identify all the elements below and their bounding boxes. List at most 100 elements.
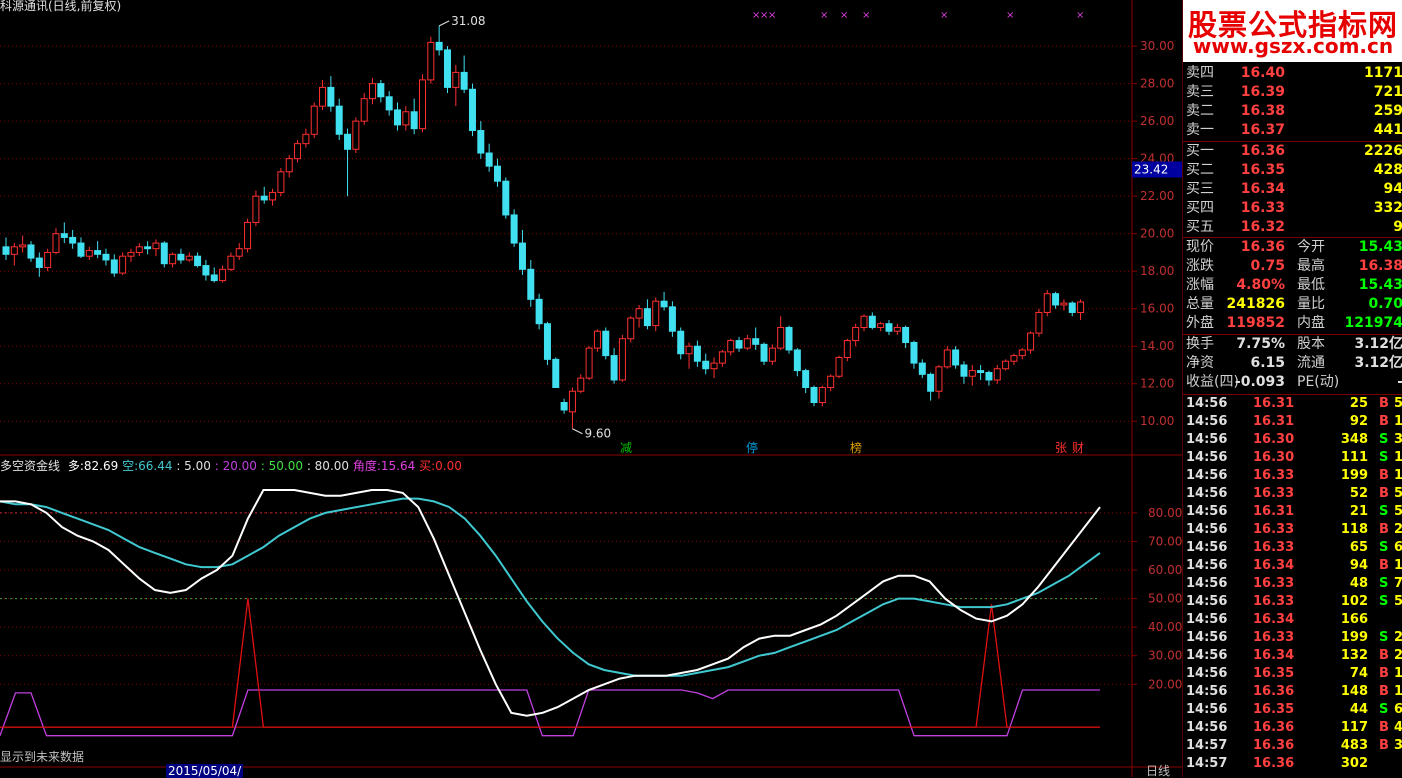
tick-row: 14:56 16.33 102 S 5 [1183,593,1402,611]
tick-row: 14:56 16.36 148 B 16 [1183,683,1402,701]
candle-body [194,255,202,267]
stat-value-2: 15.43 [1358,239,1402,255]
tick-count: 4 [1394,720,1402,735]
ask-volume: 1171 [1364,65,1402,81]
candle-body [902,326,910,343]
angle-label: 角度: [352,459,381,473]
const-80: : 80.00 [306,459,350,473]
candle-body [702,360,710,370]
stat-row: 总量 241826 量比 0.70 [1183,295,1402,314]
high-pointer [438,20,450,27]
stat-value-2: 15.43 [1358,277,1402,293]
candle-body [643,308,651,327]
price-tick-label: 22.00 [1140,189,1174,203]
stat2-label-2: 流通 [1297,355,1325,371]
tick-count: 21 [1394,630,1402,645]
candle-body [385,96,393,111]
tick-volume: 44 [1349,702,1368,717]
kline-chart[interactable]: 30.0028.0026.0024.0022.0020.0018.0016.00… [0,0,1182,777]
candle-body [94,250,102,255]
price-tick-label: 18.00 [1140,264,1174,278]
low-price-label: 9.60 [584,427,611,441]
tick-volume: 48 [1349,576,1368,591]
tick-row: 14:56 16.33 52 B 5 [1183,485,1402,503]
candle-body [710,362,718,370]
kong-label: 空: [122,459,139,473]
candle-body [468,88,476,132]
bid-volume: 332 [1373,200,1402,216]
tick-time: 14:56 [1186,396,1228,411]
tick-price: 16.31 [1253,414,1295,429]
bid-label: 买三 [1186,181,1214,197]
tick-time: 14:56 [1186,522,1228,537]
tick-price: 16.33 [1253,594,1295,609]
tick-time: 14:56 [1186,666,1228,681]
candle-body [27,244,35,259]
candle-body [35,257,43,268]
tick-volume: 102 [1340,594,1368,609]
watermark-url: www.gszx.com.cn [1192,34,1394,58]
candle-body [743,338,751,349]
tick-side: B [1379,468,1389,483]
tick-price: 16.35 [1253,666,1295,681]
tick-side: S [1379,504,1389,519]
tick-row: 14:56 16.33 48 S 7 [1183,575,1402,593]
stat-row: 涨跌 0.75 最高 16.38 [1183,257,1402,276]
indicator-panel [0,489,1132,737]
tick-row: 14:56 16.34 166 [1183,611,1402,629]
candle-body [627,317,635,340]
candle-body [535,298,543,325]
ask-row: 卖四 16.40 1171 [1183,64,1402,83]
tick-price: 16.36 [1253,756,1295,771]
candle-body [294,143,302,160]
tick-count: 6 [1394,540,1402,555]
bid-row: 买三 16.34 94 [1183,180,1402,199]
bid-volume: 428 [1373,162,1402,178]
candle-body [885,323,893,332]
ask-row: 卖一 16.37 441 [1183,121,1402,140]
tick-side: B [1379,738,1389,753]
candle-body [960,364,968,377]
candle-body [968,370,976,377]
tick-row: 14:56 16.31 92 B 13 [1183,413,1402,431]
stat-value: 0.75 [1250,258,1285,274]
candle-body [210,274,218,282]
candle-body [952,349,960,366]
duo-value: 82.69 [83,459,119,473]
stat-label: 总量 [1186,296,1214,312]
stat-row: 外盘 119852 内盘 121974 [1183,314,1402,333]
chart-grid [0,0,1182,777]
candle-body [377,83,385,98]
tick-side: S [1379,630,1389,645]
current-price-text: 23.42 [1134,163,1168,177]
tick-price: 16.33 [1253,630,1295,645]
tick-side: B [1379,486,1389,501]
candle-body [419,79,426,130]
tick-price: 16.30 [1253,432,1295,447]
tick-volume: 348 [1340,432,1368,447]
tick-count: 5 [1394,594,1402,609]
candle-body [577,377,585,392]
stat-label-2: 量比 [1297,296,1325,312]
future-data-text: 显示到未来数据 [0,750,85,764]
candle-body [152,242,160,250]
bid-volume: 9 [1393,219,1402,235]
tick-row: 14:56 16.31 21 S 5 [1183,503,1402,521]
candle-body [552,358,560,388]
tick-time: 14:56 [1186,486,1228,501]
bid-row: 买四 16.33 332 [1183,199,1402,218]
tick-volume: 25 [1349,396,1368,411]
candle-body [1010,355,1018,362]
event-tag: 财 [1072,441,1084,455]
quote-panel: 股票公式指标网 www.gszx.com.cn 卖四 16.40 1171 卖三 16.… [1182,0,1402,777]
candle-body [585,347,593,379]
candle-body [793,349,801,372]
candle-body [477,130,485,154]
candle-body [685,345,693,355]
stat2-label-2: PE(动) [1297,374,1340,390]
ask-label: 卖四 [1186,65,1214,81]
tick-price: 16.33 [1253,540,1295,555]
candle-body [985,371,993,381]
candle-body [493,165,501,182]
stat-row: 现价 16.36 今开 15.43 [1183,238,1402,257]
